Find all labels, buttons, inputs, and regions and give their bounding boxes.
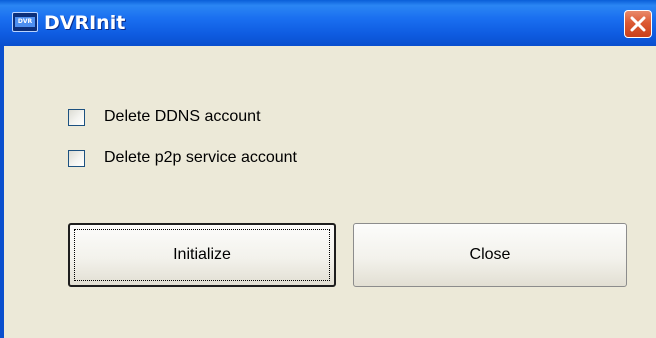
close-icon <box>630 16 646 32</box>
dialog-body: Delete DDNS account Delete p2p service a… <box>0 46 656 338</box>
delete-p2p-checkbox[interactable] <box>68 149 85 167</box>
close-button[interactable]: Close <box>353 223 627 287</box>
delete-p2p-option[interactable]: Delete p2p service account <box>68 148 297 168</box>
dvr-app-icon: DVR <box>12 12 38 32</box>
dvrinit-dialog: DVR DVRInit Delete DDNS account Delete p… <box>0 0 656 338</box>
delete-ddns-label[interactable]: Delete DDNS account <box>104 107 261 127</box>
window-title: DVRInit <box>44 12 126 34</box>
app-icon-label: DVR <box>15 17 35 27</box>
close-window-button[interactable] <box>624 10 652 38</box>
title-bar[interactable]: DVR DVRInit <box>0 0 656 46</box>
delete-ddns-option[interactable]: Delete DDNS account <box>68 107 261 127</box>
initialize-button[interactable]: Initialize <box>68 223 336 287</box>
delete-ddns-checkbox[interactable] <box>68 108 85 126</box>
delete-p2p-label[interactable]: Delete p2p service account <box>104 148 297 168</box>
